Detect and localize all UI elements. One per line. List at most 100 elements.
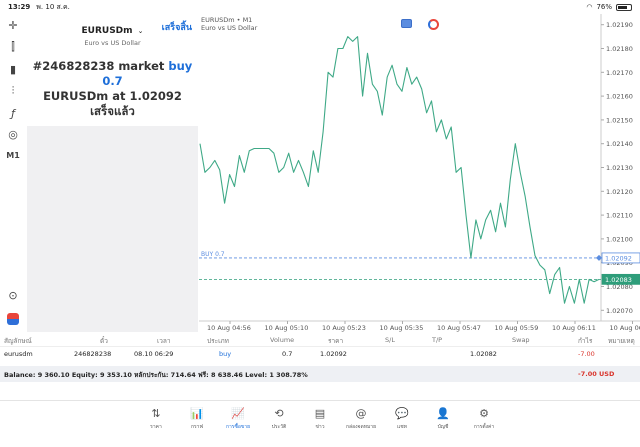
- result-price: 1.02092: [129, 89, 182, 103]
- chart-title: EURUSDm • M1: [201, 16, 253, 24]
- bottom-tab-bar: ⇅ ราคา 📊 กราฟ 📈 การซื้อขาย ⟲ ประวัติ ▤ ข่าว @ กล่อง…: [0, 400, 640, 447]
- column-header: กำไร: [578, 337, 593, 345]
- column-header: S/L: [385, 336, 395, 344]
- cell-price: 1.02092: [320, 350, 347, 358]
- y-tick-label: 1.02170: [606, 69, 633, 77]
- tab-label: ประวัติ: [271, 424, 287, 430]
- settings-icon: ⚙: [479, 407, 489, 420]
- x-tick-label: 10 Aug 05:10: [265, 324, 309, 332]
- status-bar: 13:29 พ. 10 ส.ค. ◠ 76%: [0, 0, 640, 14]
- cell-time: 08.10 06:29: [134, 350, 174, 358]
- column-header: ราคา: [328, 337, 344, 345]
- history-icon: ⟲: [274, 407, 284, 420]
- price-tag-label: 1.02083: [605, 276, 632, 284]
- left-toolbar: ✛ ⫿ ▮ ⫶ ƒ ◎ M1 ⊙: [0, 14, 26, 332]
- tab-label: กราฟ: [190, 424, 204, 430]
- balance-currency: USD: [599, 370, 615, 378]
- tab-mailbox[interactable]: @ กล่องจดหมาย: [346, 407, 376, 431]
- tab-settings[interactable]: ⚙ การตั้งค่า: [469, 407, 499, 431]
- chart-canvas[interactable]: 1.02190 1.02180 1.02170 1.02160 1.02150 1.021…: [199, 14, 640, 332]
- battery-percent: 76%: [596, 3, 612, 11]
- sell-quick-icon[interactable]: [401, 19, 412, 28]
- cell-volume: 0.7: [282, 350, 293, 358]
- cell-symbol: eurusdm: [4, 350, 33, 358]
- symbol-description: Euro vs US Dollar: [84, 39, 141, 47]
- wifi-icon: ◠: [586, 3, 593, 11]
- news-icon: ▤: [314, 407, 326, 420]
- objects-icon[interactable]: ◎: [4, 125, 22, 143]
- one-click-trading-icon[interactable]: [4, 310, 22, 328]
- cell-profit: -7.00: [578, 350, 595, 358]
- column-header: เวลา: [157, 337, 171, 345]
- tab-label: กล่องจดหมาย: [346, 424, 377, 430]
- candlestick-icon[interactable]: ⫿: [4, 38, 22, 56]
- level-label: BUY 0.7: [201, 251, 225, 258]
- tab-accounts[interactable]: 👤 บัญชี: [428, 407, 458, 431]
- x-tick-label: 10 Aug 05:59: [495, 324, 539, 332]
- tab-label: แชท: [397, 424, 407, 430]
- status-time: 13:29: [8, 3, 31, 11]
- x-tick-label: 10 Aug 05:23: [322, 324, 366, 332]
- tab-label: การตั้งค่า: [473, 424, 495, 430]
- indicators-icon[interactable]: ⫶: [4, 82, 22, 100]
- y-tick-label: 1.02190: [606, 21, 633, 29]
- column-header: ตั๋ว: [100, 337, 108, 345]
- mailbox-icon: @: [355, 407, 367, 420]
- result-line-3: เสร็จแล้ว: [90, 104, 135, 118]
- tab-label: บัญชี: [437, 424, 449, 430]
- tab-history[interactable]: ⟲ ประวัติ: [264, 407, 294, 431]
- column-header: หมายเหตุ: [608, 337, 635, 345]
- y-tick-label: 1.02130: [606, 164, 633, 172]
- tab-label: ราคา: [150, 424, 162, 430]
- symbol-name: EURUSDm: [81, 26, 133, 36]
- tab-news[interactable]: ▤ ข่าว: [305, 407, 335, 431]
- tab-trade[interactable]: 📈 การซื้อขาย: [223, 407, 253, 431]
- positions-table: สัญลักษณ์ ตั๋ว เวลา ประเภท Volume ราคา S/L T/P S…: [0, 333, 640, 361]
- status-date: พ. 10 ส.ค.: [36, 2, 70, 11]
- y-tick-label: 1.02110: [606, 212, 633, 220]
- x-tick-label: 10 Aug 05:35: [380, 324, 424, 332]
- crosshair-icon[interactable]: ✛: [4, 16, 22, 34]
- y-tick-label: 1.02070: [606, 307, 633, 315]
- table-row[interactable]: eurusdm 246828238 08.10 06:29 buy 0.7 1.…: [0, 347, 640, 361]
- quotes-icon: ⇅: [151, 407, 161, 420]
- tab-label: การซื้อขาย: [225, 424, 251, 430]
- price-tag-label: 1.02092: [605, 254, 632, 262]
- column-header: Swap: [512, 336, 530, 344]
- chevron-down-icon: ⌄: [137, 27, 144, 35]
- status-right: ◠ 76%: [586, 3, 632, 11]
- tab-chat[interactable]: 💬 แชท: [387, 407, 417, 431]
- column-header: สัญลักษณ์: [4, 337, 32, 345]
- y-tick-label: 1.02140: [606, 140, 633, 148]
- order-result-panel: EURUSDm ⌄ Euro vs US Dollar เสร็จสิ้น #2…: [27, 14, 198, 332]
- balance-text: Balance: 9 360.10 Equity: 9 353.10 หลักป…: [4, 371, 308, 379]
- timeframe-button[interactable]: M1: [4, 146, 22, 164]
- tab-quotes[interactable]: ⇅ ราคา: [141, 407, 171, 431]
- x-tick-label: 10 Aug 06:23: [610, 324, 640, 332]
- zoom-chart-icon[interactable]: ⊙: [4, 286, 22, 304]
- column-header: ประเภท: [207, 337, 229, 345]
- buy-quick-icon[interactable]: [428, 19, 439, 30]
- table-header: สัญลักษณ์ ตั๋ว เวลา ประเภท Volume ราคา S/L T/P S…: [0, 333, 640, 347]
- column-header: T/P: [432, 336, 443, 344]
- price-chart[interactable]: 1.02190 1.02180 1.02170 1.02160 1.02150 1.021…: [199, 14, 640, 332]
- chat-icon: 💬: [395, 407, 409, 420]
- cell-current-price: 1.02082: [470, 350, 497, 358]
- y-tick-label: 1.02180: [606, 45, 633, 53]
- function-icon[interactable]: ƒ: [4, 104, 22, 122]
- column-header: Volume: [270, 336, 295, 344]
- x-tick-label: 10 Aug 06:11: [552, 324, 596, 332]
- x-tick-label: 10 Aug 04:56: [207, 324, 251, 332]
- y-tick-label: 1.02160: [606, 93, 633, 101]
- panel-empty-area: [27, 126, 198, 332]
- x-tick-label: 10 Aug 05:47: [437, 324, 481, 332]
- y-tick-label: 1.02150: [606, 116, 633, 124]
- bar-chart-icon[interactable]: ▮: [4, 60, 22, 78]
- done-button[interactable]: เสร็จสิ้น: [162, 20, 192, 34]
- battery-icon: [616, 3, 632, 11]
- cell-ticket: 246828238: [74, 350, 112, 358]
- tab-label: ข่าว: [315, 424, 325, 430]
- balance-profit: -7.00: [578, 370, 597, 378]
- tab-chart[interactable]: 📊 กราฟ: [182, 407, 212, 431]
- y-tick-label: 1.02120: [606, 188, 633, 196]
